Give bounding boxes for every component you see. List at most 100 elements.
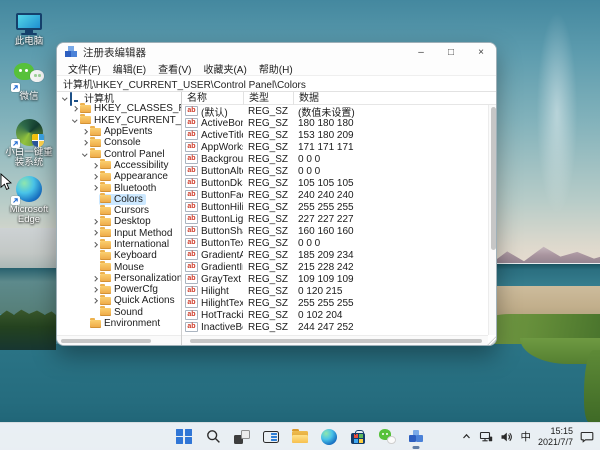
file-explorer-button[interactable] bbox=[288, 425, 312, 449]
tree-horizontal-scrollbar[interactable] bbox=[57, 335, 181, 345]
network-icon[interactable] bbox=[479, 430, 493, 443]
tree-node-sound[interactable]: Sound bbox=[57, 307, 181, 318]
chevron-right-icon[interactable] bbox=[92, 287, 97, 292]
registry-value-row[interactable]: abButtonFaceREG_SZ240 240 240 bbox=[182, 189, 496, 201]
menu-view[interactable]: 查看(V) bbox=[152, 61, 197, 76]
chevron-right-icon[interactable] bbox=[92, 174, 97, 179]
volume-icon[interactable] bbox=[500, 431, 513, 443]
desktop-icon-wechat[interactable]: 微信 bbox=[1, 61, 57, 102]
registry-value-row[interactable]: abAppWorkspaceREG_SZ171 171 171 bbox=[182, 141, 496, 153]
tree-node-label: Appearance bbox=[114, 171, 168, 182]
tree-node-console[interactable]: Console bbox=[57, 137, 181, 148]
system-tray: 中 15:15 2021/7/7 bbox=[461, 423, 594, 450]
task-view-button[interactable] bbox=[230, 425, 254, 449]
registry-value-row[interactable]: abButtonDkShad...REG_SZ105 105 105 bbox=[182, 177, 496, 189]
tree-node-appevents[interactable]: AppEvents bbox=[57, 126, 181, 137]
tree-node-mouse[interactable]: Mouse bbox=[57, 261, 181, 272]
tree-node-keyboard[interactable]: Keyboard bbox=[57, 250, 181, 261]
taskbar-clock[interactable]: 15:15 2021/7/7 bbox=[538, 426, 573, 448]
chevron-right-icon[interactable] bbox=[72, 106, 77, 111]
chevron-right-icon[interactable] bbox=[82, 140, 87, 145]
tree-node-accessibility[interactable]: Accessibility bbox=[57, 160, 181, 171]
tree-node-quick-actions[interactable]: Quick Actions bbox=[57, 295, 181, 306]
widgets-button[interactable] bbox=[259, 425, 283, 449]
chevron-right-icon[interactable] bbox=[92, 231, 97, 236]
list-hscroll-thumb[interactable] bbox=[190, 339, 482, 343]
wechat-taskbar-button[interactable] bbox=[375, 425, 399, 449]
registry-value-row[interactable]: abButtonShadowREG_SZ160 160 160 bbox=[182, 225, 496, 237]
registry-value-row[interactable]: abButtonAlternat...REG_SZ0 0 0 bbox=[182, 165, 496, 177]
tree-node-appearance[interactable]: Appearance bbox=[57, 171, 181, 182]
chevron-right-icon[interactable] bbox=[92, 299, 97, 304]
registry-value-row[interactable]: abBackgroundREG_SZ0 0 0 bbox=[182, 153, 496, 165]
registry-value-row[interactable]: abButtonHilightREG_SZ255 255 255 bbox=[182, 201, 496, 213]
minimize-button[interactable]: – bbox=[406, 43, 436, 61]
resize-grip[interactable] bbox=[486, 335, 496, 345]
tree-node-control-panel[interactable]: Control Panel bbox=[57, 148, 181, 159]
regedit-taskbar-button[interactable] bbox=[404, 425, 428, 449]
value-type: REG_SZ bbox=[243, 322, 293, 333]
address-bar-input[interactable]: 计算机\HKEY_CURRENT_USER\Control Panel\Colo… bbox=[57, 76, 496, 92]
tree-node-计算机[interactable]: 计算机 bbox=[57, 92, 181, 103]
chevron-right-icon[interactable] bbox=[92, 219, 97, 224]
close-button[interactable]: × bbox=[466, 43, 496, 61]
ime-indicator[interactable]: 中 bbox=[520, 429, 531, 444]
tree-node-bluetooth[interactable]: Bluetooth bbox=[57, 182, 181, 193]
chevron-down-icon[interactable] bbox=[72, 118, 77, 123]
start-button[interactable] bbox=[172, 425, 196, 449]
tree-node-colors[interactable]: Colors bbox=[57, 194, 181, 205]
title-bar[interactable]: 注册表编辑器 – □ × bbox=[57, 43, 496, 61]
column-header-type[interactable]: 类型 bbox=[243, 92, 293, 105]
desktop-icon-this-pc[interactable]: 此电脑 bbox=[1, 6, 57, 47]
registry-value-row[interactable]: ab(默认)REG_SZ(数值未设置) bbox=[182, 105, 496, 117]
tree-node-label: Colors bbox=[114, 194, 143, 205]
value-data: 105 105 105 bbox=[293, 178, 496, 189]
chevron-down-icon[interactable] bbox=[82, 152, 87, 157]
tree-node-personalization[interactable]: Personalization bbox=[57, 273, 181, 284]
menu-help[interactable]: 帮助(H) bbox=[253, 61, 299, 76]
tree-node-powercfg[interactable]: PowerCfg bbox=[57, 284, 181, 295]
registry-value-row[interactable]: abInactiveBorderREG_SZ244 247 252 bbox=[182, 321, 496, 333]
chevron-right-icon[interactable] bbox=[92, 186, 97, 191]
chevron-right-icon[interactable] bbox=[92, 242, 97, 247]
registry-value-row[interactable]: abGradientInactiv...REG_SZ215 228 242 bbox=[182, 261, 496, 273]
maximize-button[interactable]: □ bbox=[436, 43, 466, 61]
desktop-icon-xiaobai-reinstall[interactable]: 小白一键重装系统 bbox=[1, 117, 57, 169]
store-button[interactable] bbox=[346, 425, 370, 449]
registry-value-row[interactable]: abButtonTextREG_SZ0 0 0 bbox=[182, 237, 496, 249]
registry-value-row[interactable]: abGrayTextREG_SZ109 109 109 bbox=[182, 273, 496, 285]
search-button[interactable] bbox=[201, 425, 225, 449]
menu-favorites[interactable]: 收藏夹(A) bbox=[197, 61, 252, 76]
tree-node-input-method[interactable]: Input Method bbox=[57, 228, 181, 239]
registry-value-row[interactable]: abHotTrackingCo...REG_SZ0 102 204 bbox=[182, 309, 496, 321]
tree-node-hkey_classes_root[interactable]: HKEY_CLASSES_ROOT bbox=[57, 103, 181, 114]
registry-value-row[interactable]: abHilightTextREG_SZ255 255 255 bbox=[182, 297, 496, 309]
tree-node-international[interactable]: International bbox=[57, 239, 181, 250]
tree-node-cursors[interactable]: Cursors bbox=[57, 205, 181, 216]
registry-value-row[interactable]: abActiveBorderREG_SZ180 180 180 bbox=[182, 117, 496, 129]
chevron-down-icon[interactable] bbox=[62, 95, 67, 100]
menu-edit[interactable]: 编辑(E) bbox=[107, 61, 152, 76]
hidden-icons-chevron-icon[interactable] bbox=[461, 431, 472, 442]
edge-taskbar-button[interactable] bbox=[317, 425, 341, 449]
list-horizontal-scrollbar[interactable] bbox=[182, 335, 488, 345]
tree-node-environment[interactable]: Environment bbox=[57, 318, 181, 329]
chevron-right-icon[interactable] bbox=[92, 276, 97, 281]
tree-node-desktop[interactable]: Desktop bbox=[57, 216, 181, 227]
registry-value-row[interactable]: abHilightREG_SZ0 120 215 bbox=[182, 285, 496, 297]
notification-center-icon[interactable] bbox=[580, 431, 594, 443]
value-name: ButtonAlternat... bbox=[201, 166, 243, 177]
tree-node-label: Keyboard bbox=[114, 250, 157, 261]
tree-hscroll-thumb[interactable] bbox=[61, 339, 151, 343]
desktop-icon-label: 小白一键重装系统 bbox=[2, 148, 56, 169]
chevron-right-icon[interactable] bbox=[92, 163, 97, 168]
registry-value-row[interactable]: abGradientActive...REG_SZ185 209 234 bbox=[182, 249, 496, 261]
registry-value-row[interactable]: abActiveTitleREG_SZ153 180 209 bbox=[182, 129, 496, 141]
registry-value-row[interactable]: abButtonLightREG_SZ227 227 227 bbox=[182, 213, 496, 225]
chevron-right-icon[interactable] bbox=[82, 129, 87, 134]
window-title: 注册表编辑器 bbox=[83, 45, 406, 60]
tree-node-hkey_current_user[interactable]: HKEY_CURRENT_USER bbox=[57, 115, 181, 126]
list-vertical-scrollbar[interactable] bbox=[488, 105, 496, 335]
menu-file[interactable]: 文件(F) bbox=[62, 61, 107, 76]
list-vscroll-thumb[interactable] bbox=[491, 107, 496, 250]
